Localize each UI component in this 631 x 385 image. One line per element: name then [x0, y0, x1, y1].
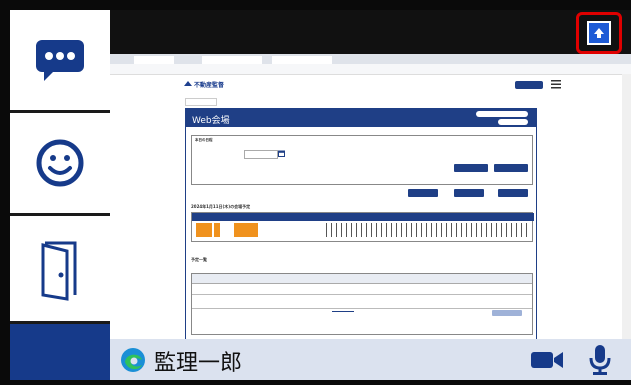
web-venue-panel: Web会場 本日の日程 2024年1月11日(木)の会場予定 予定一覧 [185, 108, 537, 339]
date-input[interactable] [244, 150, 278, 159]
share-screen-highlight [576, 12, 622, 54]
share-screen-button[interactable] [587, 21, 611, 45]
address-bar[interactable] [110, 64, 631, 75]
calendar-icon[interactable] [278, 150, 285, 157]
shared-screen: 不動産監督 Web会場 本日の日程 2024年1月11日(木)の会場予定 予定一… [110, 54, 631, 339]
table-link[interactable] [332, 311, 354, 312]
edge-browser-icon [121, 348, 145, 372]
web-page: 不動産監督 Web会場 本日の日程 2024年1月11日(木)の会場予定 予定一… [180, 76, 610, 339]
reaction-button[interactable] [10, 113, 110, 213]
timeline-title: 2024年1月11日(木)の会場予定 [191, 204, 251, 209]
browser-tab-bar [110, 54, 631, 64]
smiley-face-icon [36, 139, 84, 187]
section-today-title: 本日の日程 [195, 138, 213, 142]
browser-tab[interactable] [202, 56, 262, 64]
participant-name: 監理一郎 [154, 351, 243, 376]
vertical-scrollbar[interactable] [622, 74, 631, 339]
row-divider [192, 308, 532, 309]
chat-button[interactable] [10, 10, 110, 110]
chat-bubble-icon [36, 40, 84, 81]
bottom-bar: 監理一郎 [110, 339, 631, 380]
timeline-grid [322, 223, 530, 237]
header-button[interactable] [515, 81, 543, 89]
booked-slot[interactable] [234, 223, 258, 237]
sidebar-footer [10, 324, 110, 380]
schedule-table [191, 273, 533, 335]
action-button[interactable] [454, 189, 484, 197]
upload-arrow-icon [594, 28, 604, 38]
action-button[interactable] [408, 189, 438, 197]
sidebar [10, 10, 110, 380]
row-button[interactable] [492, 310, 522, 316]
booked-slot[interactable] [214, 223, 220, 237]
browser-tab[interactable] [272, 56, 332, 64]
video-camera-icon[interactable] [530, 349, 564, 371]
door-exit-icon [41, 241, 77, 301]
exit-button[interactable] [10, 216, 110, 321]
action-button[interactable] [498, 189, 528, 197]
browser-tab[interactable] [134, 56, 174, 64]
microphone-icon[interactable] [588, 344, 612, 376]
top-bar [110, 10, 631, 54]
site-logo: 不動産監督 [194, 82, 225, 89]
table-header [192, 274, 532, 284]
schedule-box: 本日の日程 [191, 135, 533, 185]
panel-header: Web会場 [186, 109, 536, 127]
timeline [191, 212, 534, 242]
pending-title: 予定一覧 [191, 257, 207, 262]
hamburger-menu-icon[interactable] [551, 80, 561, 89]
logo-mark-icon [184, 81, 192, 86]
action-button[interactable] [494, 164, 528, 172]
row-divider [192, 294, 532, 295]
booked-slot[interactable] [196, 223, 212, 237]
header-pill-button[interactable] [498, 119, 528, 125]
breadcrumb[interactable] [185, 98, 217, 106]
page-title: Web会場 [192, 116, 230, 126]
action-button[interactable] [454, 164, 488, 172]
url-text [156, 66, 456, 72]
timeline-header [192, 213, 534, 221]
header-pill-button[interactable] [476, 111, 528, 117]
